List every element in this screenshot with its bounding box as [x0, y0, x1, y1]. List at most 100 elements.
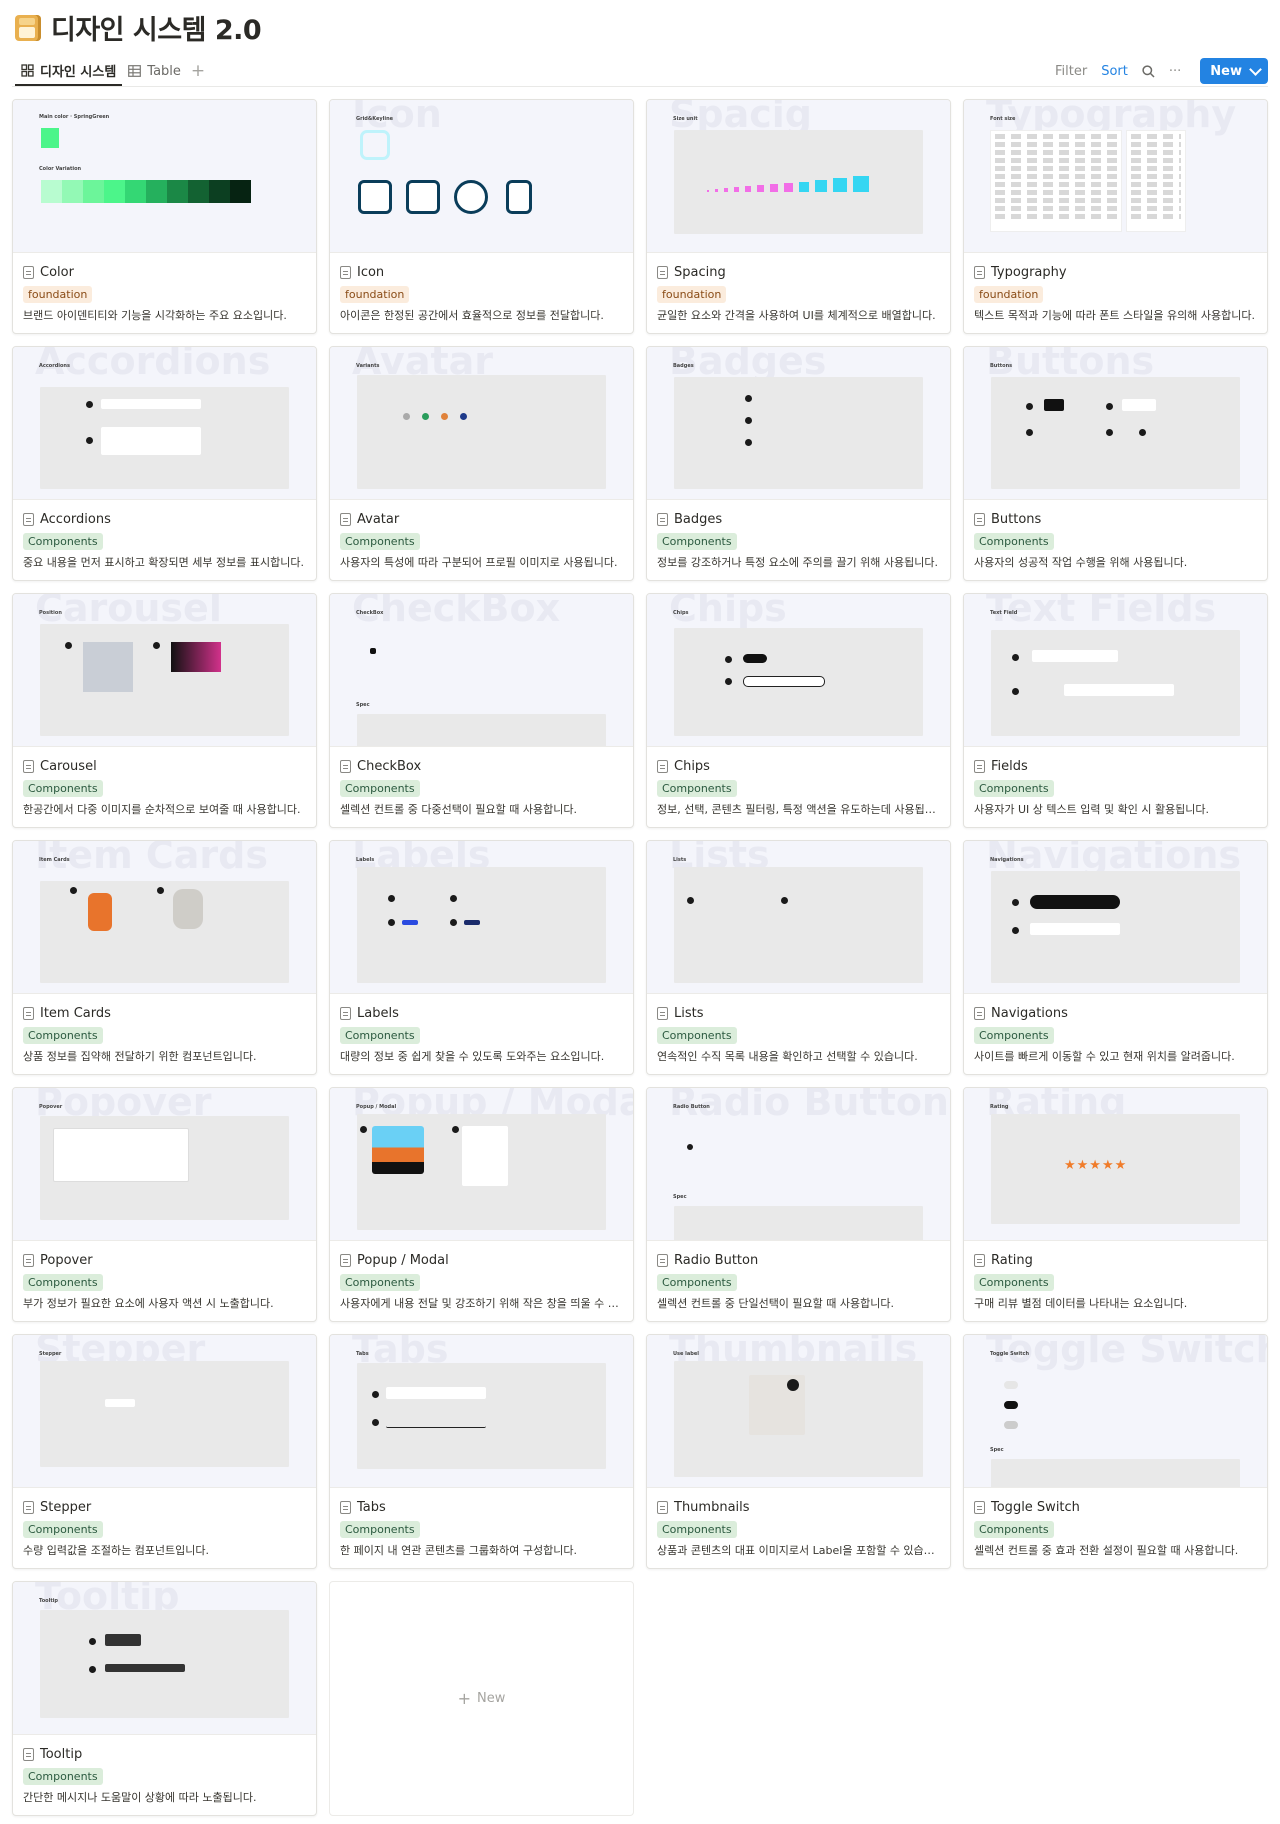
preview-element — [105, 1664, 185, 1672]
gallery-card[interactable]: Toggle Switch Toggle Switch Spec Toggle … — [963, 1334, 1268, 1569]
category-tag: foundation — [23, 286, 93, 303]
gallery-card[interactable]: Thumbnails Use label Thumbnails Componen… — [646, 1334, 951, 1569]
preview-element — [452, 1126, 459, 1133]
gallery-card[interactable]: Chips Chips Chips Components 정보, 선택, 콘텐츠… — [646, 593, 951, 828]
gallery-card[interactable]: CheckBox CheckBox Spec CheckBox Componen… — [329, 593, 634, 828]
preview-element — [701, 893, 751, 917]
preview-element: Navigations — [990, 857, 1024, 863]
card-title: Stepper — [40, 1499, 92, 1515]
gallery-card[interactable]: Accordions Accordions Accordions Compone… — [12, 346, 317, 581]
gallery-card[interactable]: Navigations Navigations Navigations Comp… — [963, 840, 1268, 1075]
card-description: 셀렉션 컨트롤 중 단일선택이 필요할 때 사용합니다. — [657, 1297, 894, 1310]
preview-element: Popup / Modal — [356, 1104, 397, 1110]
chevron-down-icon[interactable] — [1249, 62, 1262, 76]
preview-element — [1012, 899, 1019, 906]
preview-element — [40, 881, 289, 983]
preview-element — [167, 180, 188, 203]
card-preview-image: Accordions Accordions — [13, 347, 316, 500]
card-description: 부가 정보가 필요한 요소에 사용자 액션 시 노출합니다. — [23, 1297, 274, 1310]
gallery-card[interactable]: Stepper Stepper Stepper Components 수량 입력… — [12, 1334, 317, 1569]
page-icon — [974, 265, 985, 279]
page-icon — [340, 1006, 351, 1020]
filter-button[interactable]: Filter — [1055, 64, 1087, 79]
tab-label: 디자인 시스템 — [40, 64, 117, 80]
gallery-card[interactable]: Labels Labels Labels Components 대량의 정보 중… — [329, 840, 634, 1075]
gallery-card[interactable]: Tooltip Tooltip Tooltip Components 간단한 메… — [12, 1581, 317, 1816]
card-preview-image: Toggle Switch Toggle Switch Spec — [964, 1335, 1267, 1488]
category-tag: Components — [340, 1027, 420, 1044]
gallery-card[interactable]: Spacig Size unit Spacing foundation 균일한 … — [646, 99, 951, 334]
gallery-card[interactable]: Avatar Variants Avatar Components 사용자의 특… — [329, 346, 634, 581]
tab-table-view[interactable]: Table — [122, 56, 187, 86]
more-options-button[interactable]: ··· — [1169, 64, 1181, 79]
category-tag: Components — [23, 780, 103, 797]
category-tag: Components — [974, 533, 1054, 550]
preview-element — [1044, 399, 1064, 411]
card-description: 대량의 정보 중 쉽게 찾을 수 있도록 도와주는 요소입니다. — [340, 1050, 605, 1063]
preview-watermark: Radio Button — [669, 1088, 949, 1124]
preview-element — [372, 1391, 379, 1398]
page-icon — [23, 1006, 34, 1020]
preview-element — [743, 654, 767, 663]
add-view-button[interactable]: + — [191, 61, 205, 81]
category-tag: Components — [657, 780, 737, 797]
category-tag: Components — [23, 1768, 103, 1785]
gallery-card[interactable]: Text Fields Text Field Fields Components… — [963, 593, 1268, 828]
gallery-card[interactable]: Popup / Modal Popup / Modal Popup / Moda… — [329, 1087, 634, 1322]
preview-element — [1131, 142, 1181, 147]
gallery-card[interactable]: Icon Grid&Keyline Icon foundation 아이콘은 한… — [329, 99, 634, 334]
gallery-card[interactable]: Badges Badges Badges Components 정보를 강조하거… — [646, 346, 951, 581]
search-icon[interactable] — [1142, 64, 1155, 78]
card-title: Tooltip — [40, 1746, 83, 1762]
preview-element — [1030, 923, 1120, 935]
gallery-card[interactable]: Buttons Buttons Buttons Components 사용자의 … — [963, 346, 1268, 581]
preview-element — [1026, 403, 1033, 410]
card-preview-image: Typography Font size — [964, 100, 1267, 253]
page-icon — [340, 265, 351, 279]
gallery-card[interactable]: Tabs Tabs Tabs Components 한 페이지 내 연관 콘텐츠… — [329, 1334, 634, 1569]
gallery-card[interactable]: Item Cards Item Cards Item Cards Compone… — [12, 840, 317, 1075]
gallery-card[interactable]: Rating Rating ★★★★★ Rating Components 구매… — [963, 1087, 1268, 1322]
card-preview-image: Buttons Buttons — [964, 347, 1267, 500]
preview-element — [1131, 150, 1181, 155]
preview-element — [1012, 927, 1019, 934]
plus-icon: + — [457, 1689, 472, 1708]
preview-watermark: Text Fields — [986, 594, 1217, 630]
preview-element — [1012, 654, 1019, 661]
preview-element — [357, 375, 606, 489]
preview-element — [995, 158, 1117, 163]
preview-element: Variants — [356, 363, 380, 369]
new-button[interactable]: New — [1200, 58, 1268, 84]
gallery-card[interactable]: Radio Button Radio Button Spec Radio But… — [646, 1087, 951, 1322]
gallery-card[interactable]: Carousel Position Carousel Components 한공… — [12, 593, 317, 828]
gallery-card[interactable]: Main color · SpringGreen Color Variation… — [12, 99, 317, 334]
toolbar-divider — [12, 86, 1268, 87]
card-title: Spacing — [674, 264, 726, 280]
preview-element: Accordions — [39, 363, 70, 369]
preview-element: Size unit — [673, 116, 698, 122]
card-preview-image: Avatar Variants — [330, 347, 633, 500]
page-icon — [23, 1253, 34, 1267]
tab-gallery-view[interactable]: 디자인 시스템 — [15, 56, 123, 86]
preview-element: Toggle Switch — [990, 1351, 1030, 1357]
preview-element — [1064, 684, 1174, 696]
gallery-card[interactable]: Popover Popover Popover Components 부가 정보… — [12, 1087, 317, 1322]
gallery-card[interactable]: Typography Font size Typography foundati… — [963, 99, 1268, 334]
new-card-button[interactable]: + New — [329, 1581, 634, 1816]
preview-element — [745, 395, 752, 402]
category-tag: Components — [657, 1027, 737, 1044]
card-preview-image: Labels Labels — [330, 841, 633, 994]
card-title: Avatar — [357, 511, 400, 527]
card-description: 사이트를 빠르게 이동할 수 있고 현재 위치를 알려줍니다. — [974, 1050, 1235, 1063]
card-description: 수량 입력값을 조절하는 컴포넌트입니다. — [23, 1544, 210, 1557]
card-title: Lists — [674, 1005, 704, 1021]
gallery-card[interactable]: Lists Lists Lists Components 연속적인 수직 목록 … — [646, 840, 951, 1075]
card-description: 셀렉션 컨트롤 중 다중선택이 필요할 때 사용합니다. — [340, 803, 577, 816]
card-description: 간단한 메시지나 도움말이 상황에 따라 노출됩니다. — [23, 1791, 257, 1804]
page-icon — [340, 759, 351, 773]
preview-element — [157, 887, 164, 894]
preview-watermark: Accordions — [35, 347, 271, 383]
preview-element — [674, 377, 923, 489]
preview-element — [1004, 1421, 1018, 1429]
sort-button[interactable]: Sort — [1101, 64, 1128, 79]
